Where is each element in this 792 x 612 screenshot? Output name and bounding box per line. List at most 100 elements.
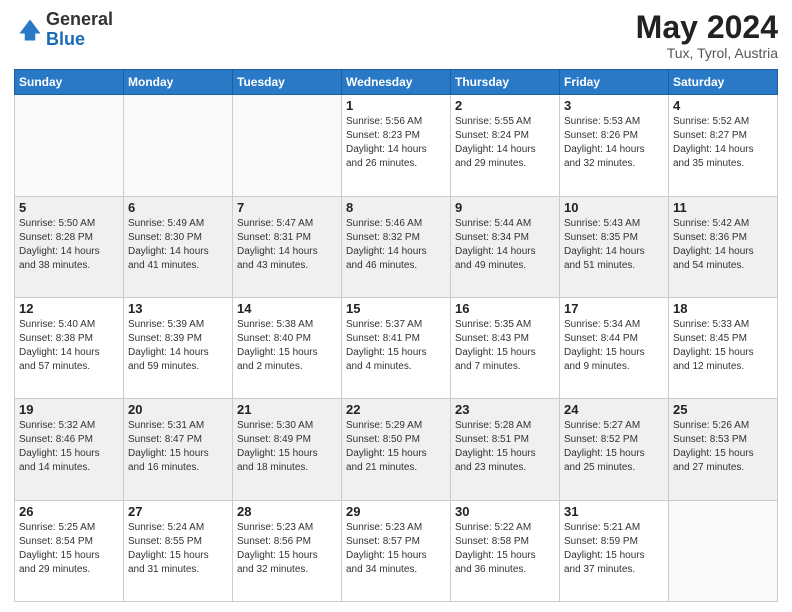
cell-line: Daylight: 15 hours (19, 549, 119, 563)
cell-line: Sunrise: 5:42 AM (673, 217, 773, 231)
cell-line: and 7 minutes. (455, 360, 555, 374)
cell-line: and 21 minutes. (346, 461, 446, 475)
calendar-cell: 5 Sunrise: 5:50 AMSunset: 8:28 PMDaylight… (15, 196, 124, 297)
cell-line: and 14 minutes. (19, 461, 119, 475)
cell-line: Sunset: 8:44 PM (564, 332, 664, 346)
week-row-0: 1Sunrise: 5:56 AMSunset: 8:23 PMDaylight… (15, 95, 778, 196)
cell-line: Sunrise: 5:34 AM (564, 318, 664, 332)
calendar-cell: 9Sunrise: 5:44 AMSunset: 8:34 PMDaylight… (451, 196, 560, 297)
day-number: 31 (564, 504, 664, 519)
cell-line: Sunrise: 5:23 AM (237, 521, 337, 535)
cell-line: Sunset: 8:52 PM (564, 433, 664, 447)
cell-line: Sunset: 8:57 PM (346, 535, 446, 549)
calendar-cell (124, 95, 233, 196)
day-number: 15 (346, 301, 446, 316)
cell-line: Sunset: 8:47 PM (128, 433, 228, 447)
cell-line: Daylight: 14 hours (19, 245, 119, 259)
cell-line: Sunset: 8:46 PM (19, 433, 119, 447)
calendar: SundayMondayTuesdayWednesdayThursdayFrid… (14, 69, 778, 602)
cell-line: and 25 minutes. (564, 461, 664, 475)
day-number: 5 (19, 200, 119, 215)
week-row-1: 5Sunrise: 5:50 AMSunset: 8:28 PMDaylight… (15, 196, 778, 297)
calendar-cell: 27Sunrise: 5:24 AMSunset: 8:55 PMDayligh… (124, 500, 233, 601)
cell-line: Sunset: 8:41 PM (346, 332, 446, 346)
cell-line: and 46 minutes. (346, 259, 446, 273)
cell-line: Daylight: 14 hours (237, 245, 337, 259)
day-number: 12 (19, 301, 119, 316)
cell-line: and 29 minutes. (455, 157, 555, 171)
logo-blue: Blue (46, 29, 85, 49)
weekday-header-row: SundayMondayTuesdayWednesdayThursdayFrid… (15, 70, 778, 95)
cell-line: Sunset: 8:49 PM (237, 433, 337, 447)
cell-line: Sunset: 8:28 PM (19, 231, 119, 245)
day-number: 3 (564, 98, 664, 113)
cell-line: Sunrise: 5:39 AM (128, 318, 228, 332)
day-number: 8 (346, 200, 446, 215)
calendar-cell: 12Sunrise: 5:40 AMSunset: 8:38 PMDayligh… (15, 297, 124, 398)
day-number: 28 (237, 504, 337, 519)
cell-line: Sunset: 8:43 PM (455, 332, 555, 346)
cell-line: Sunrise: 5:27 AM (564, 419, 664, 433)
logo-general: General (46, 9, 113, 29)
day-number: 9 (455, 200, 555, 215)
cell-line: Sunrise: 5:49 AM (128, 217, 228, 231)
cell-line: Sunrise: 5:30 AM (237, 419, 337, 433)
cell-line: Sunrise: 5:50 AM (19, 217, 119, 231)
cell-line: Sunrise: 5:46 AM (346, 217, 446, 231)
day-number: 7 (237, 200, 337, 215)
calendar-cell: 16Sunrise: 5:35 AMSunset: 8:43 PMDayligh… (451, 297, 560, 398)
cell-line: Sunset: 8:34 PM (455, 231, 555, 245)
day-number: 24 (564, 402, 664, 417)
calendar-cell (669, 500, 778, 601)
cell-line: Sunrise: 5:35 AM (455, 318, 555, 332)
cell-line: Sunrise: 5:38 AM (237, 318, 337, 332)
day-number: 6 (128, 200, 228, 215)
cell-line: and 29 minutes. (19, 563, 119, 577)
cell-line: Sunset: 8:58 PM (455, 535, 555, 549)
calendar-cell: 8Sunrise: 5:46 AMSunset: 8:32 PMDaylight… (342, 196, 451, 297)
calendar-cell (15, 95, 124, 196)
day-number: 1 (346, 98, 446, 113)
calendar-cell: 2Sunrise: 5:55 AMSunset: 8:24 PMDaylight… (451, 95, 560, 196)
cell-line: Daylight: 14 hours (346, 245, 446, 259)
cell-line: Sunrise: 5:22 AM (455, 521, 555, 535)
cell-line: Daylight: 15 hours (128, 549, 228, 563)
week-row-2: 12Sunrise: 5:40 AMSunset: 8:38 PMDayligh… (15, 297, 778, 398)
cell-line: and 4 minutes. (346, 360, 446, 374)
cell-line: Daylight: 14 hours (564, 143, 664, 157)
day-number: 22 (346, 402, 446, 417)
cell-line: Sunrise: 5:47 AM (237, 217, 337, 231)
day-number: 27 (128, 504, 228, 519)
cell-line: Daylight: 14 hours (673, 143, 773, 157)
cell-line: Sunset: 8:35 PM (564, 231, 664, 245)
title-block: May 2024 Tux, Tyrol, Austria (636, 10, 778, 61)
cell-line: and 49 minutes. (455, 259, 555, 273)
day-number: 2 (455, 98, 555, 113)
cell-line: Sunrise: 5:26 AM (673, 419, 773, 433)
cell-line: and 31 minutes. (128, 563, 228, 577)
cell-line: Sunrise: 5:44 AM (455, 217, 555, 231)
week-row-3: 19Sunrise: 5:32 AMSunset: 8:46 PMDayligh… (15, 399, 778, 500)
logo: General Blue (14, 10, 113, 50)
cell-line: Sunset: 8:31 PM (237, 231, 337, 245)
calendar-cell: 6Sunrise: 5:49 AMSunset: 8:30 PMDaylight… (124, 196, 233, 297)
calendar-cell: 18Sunrise: 5:33 AMSunset: 8:45 PMDayligh… (669, 297, 778, 398)
weekday-header-thursday: Thursday (451, 70, 560, 95)
calendar-cell: 22Sunrise: 5:29 AMSunset: 8:50 PMDayligh… (342, 399, 451, 500)
cell-line: Daylight: 15 hours (346, 346, 446, 360)
cell-line: Daylight: 15 hours (346, 549, 446, 563)
calendar-cell: 29Sunrise: 5:23 AMSunset: 8:57 PMDayligh… (342, 500, 451, 601)
cell-line: Sunrise: 5:29 AM (346, 419, 446, 433)
cell-line: and 23 minutes. (455, 461, 555, 475)
cell-line: and 35 minutes. (673, 157, 773, 171)
cell-line: Sunset: 8:38 PM (19, 332, 119, 346)
calendar-cell: 3Sunrise: 5:53 AMSunset: 8:26 PMDaylight… (560, 95, 669, 196)
cell-line: Daylight: 15 hours (455, 549, 555, 563)
calendar-cell: 14Sunrise: 5:38 AMSunset: 8:40 PMDayligh… (233, 297, 342, 398)
cell-line: Sunset: 8:23 PM (346, 129, 446, 143)
location: Tux, Tyrol, Austria (636, 45, 778, 61)
day-number: 21 (237, 402, 337, 417)
calendar-cell (233, 95, 342, 196)
cell-line: Daylight: 15 hours (346, 447, 446, 461)
weekday-header-monday: Monday (124, 70, 233, 95)
